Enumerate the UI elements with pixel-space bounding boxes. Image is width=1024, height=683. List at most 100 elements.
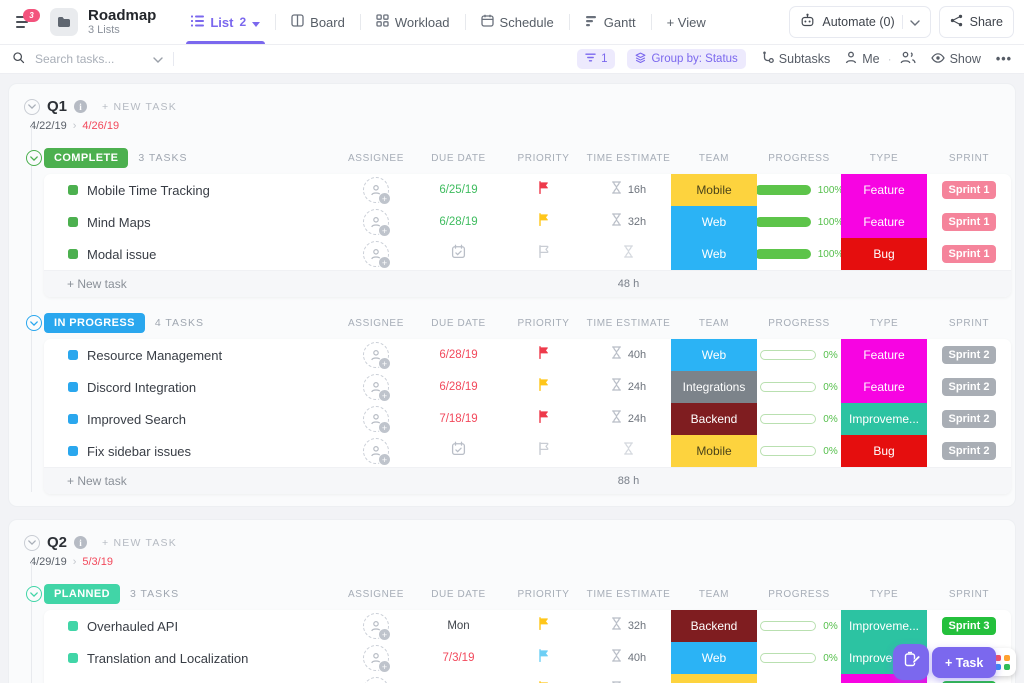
column-header-assignee[interactable]: ASSIGNEE bbox=[336, 318, 416, 329]
chevron-down-icon[interactable] bbox=[910, 15, 920, 29]
more-options-button[interactable]: ••• bbox=[996, 52, 1012, 66]
type-cell[interactable]: Improveme... bbox=[841, 610, 927, 642]
status-badge[interactable]: COMPLETE bbox=[44, 148, 128, 168]
hourglass-icon[interactable] bbox=[611, 213, 622, 231]
assignee-add-button[interactable]: + bbox=[363, 374, 389, 400]
task-name[interactable]: Modal issue bbox=[87, 247, 156, 262]
group-collapse-chevron[interactable] bbox=[26, 586, 42, 602]
share-button[interactable]: Share bbox=[939, 6, 1014, 38]
info-icon[interactable]: i bbox=[74, 100, 87, 113]
due-date[interactable]: 7/3/19 bbox=[443, 652, 475, 664]
end-date[interactable]: 5/3/19 bbox=[82, 556, 113, 568]
team-cell[interactable]: Web bbox=[671, 642, 757, 674]
calendar-icon[interactable] bbox=[451, 244, 466, 264]
column-header-assignee[interactable]: ASSIGNEE bbox=[336, 589, 416, 600]
type-cell[interactable]: Feature bbox=[841, 339, 927, 371]
status-badge[interactable]: IN PROGRESS bbox=[44, 313, 145, 333]
column-header-sprint[interactable]: SPRINT bbox=[927, 318, 1011, 329]
add-view-button[interactable]: + View bbox=[652, 15, 721, 30]
search-input[interactable] bbox=[33, 51, 145, 67]
hourglass-icon[interactable] bbox=[611, 346, 622, 364]
tab-workload[interactable]: Workload bbox=[361, 0, 465, 44]
column-header-type[interactable]: TYPE bbox=[841, 153, 927, 164]
due-date[interactable]: 7/18/19 bbox=[439, 413, 477, 425]
priority-flag-icon[interactable] bbox=[538, 378, 550, 396]
column-header-time-estimate[interactable]: TIME ESTIMATE bbox=[586, 153, 671, 164]
team-cell[interactable]: Mobile bbox=[671, 435, 757, 467]
group-collapse-chevron[interactable] bbox=[26, 150, 42, 166]
column-header-progress[interactable]: PROGRESS bbox=[757, 318, 841, 329]
column-header-team[interactable]: TEAM bbox=[671, 589, 757, 600]
calendar-icon[interactable] bbox=[451, 441, 466, 461]
section-new-task-button[interactable]: + NEW TASK bbox=[102, 537, 177, 549]
hourglass-icon[interactable] bbox=[623, 245, 634, 263]
column-header-type[interactable]: TYPE bbox=[841, 318, 927, 329]
task-status-square[interactable] bbox=[68, 249, 78, 259]
tab-list[interactable]: List2 bbox=[176, 0, 275, 44]
quick-edit-button[interactable] bbox=[893, 644, 929, 680]
column-header-sprint[interactable]: SPRINT bbox=[927, 589, 1011, 600]
priority-flag-icon[interactable] bbox=[538, 213, 550, 231]
hourglass-icon[interactable] bbox=[611, 617, 622, 635]
assignee-add-button[interactable]: + bbox=[363, 342, 389, 368]
sprint-badge[interactable]: Sprint 2 bbox=[942, 410, 997, 428]
assignee-add-button[interactable]: + bbox=[363, 406, 389, 432]
due-date[interactable]: 6/28/19 bbox=[439, 216, 477, 228]
type-cell[interactable]: Bug bbox=[841, 238, 927, 270]
type-cell[interactable]: Bug bbox=[841, 435, 927, 467]
column-header-due-date[interactable]: DUE DATE bbox=[416, 589, 501, 600]
task-name[interactable]: Discord Integration bbox=[87, 380, 196, 395]
hourglass-icon[interactable] bbox=[623, 442, 634, 460]
start-date[interactable]: 4/22/19 bbox=[30, 120, 67, 132]
section-collapse-chevron[interactable] bbox=[24, 535, 40, 551]
task-name[interactable]: Improved Search bbox=[87, 412, 186, 427]
menu-icon[interactable]: 3 bbox=[16, 16, 36, 28]
assignee-add-button[interactable]: + bbox=[363, 209, 389, 235]
section-new-task-button[interactable]: + NEW TASK bbox=[102, 101, 177, 113]
column-header-priority[interactable]: PRIORITY bbox=[501, 153, 586, 164]
column-header-priority[interactable]: PRIORITY bbox=[501, 318, 586, 329]
assignee-add-button[interactable]: + bbox=[363, 645, 389, 671]
start-date[interactable]: 4/29/19 bbox=[30, 556, 67, 568]
sprint-badge[interactable]: Sprint 1 bbox=[942, 245, 997, 263]
task-name[interactable]: Mind Maps bbox=[87, 215, 151, 230]
column-header-type[interactable]: TYPE bbox=[841, 589, 927, 600]
priority-flag-icon[interactable] bbox=[538, 649, 550, 667]
team-cell[interactable]: Integrations bbox=[671, 371, 757, 403]
column-header-due-date[interactable]: DUE DATE bbox=[416, 318, 501, 329]
section-date-range[interactable]: 4/29/19›5/3/19 bbox=[30, 556, 1015, 568]
priority-flag-icon[interactable] bbox=[538, 346, 550, 364]
team-cell[interactable]: Web bbox=[671, 339, 757, 371]
team-cell[interactable]: Backend bbox=[671, 610, 757, 642]
task-status-square[interactable] bbox=[68, 217, 78, 227]
new-task-button[interactable]: + New task bbox=[44, 474, 336, 488]
assignee-add-button[interactable]: + bbox=[363, 241, 389, 267]
end-date[interactable]: 4/26/19 bbox=[82, 120, 119, 132]
task-name[interactable]: Fix sidebar issues bbox=[87, 444, 191, 459]
tab-board[interactable]: Board bbox=[276, 0, 360, 44]
team-cell[interactable]: Mobile bbox=[671, 174, 757, 206]
hourglass-icon[interactable] bbox=[611, 649, 622, 667]
type-cell[interactable]: Feature bbox=[841, 174, 927, 206]
due-date[interactable]: 6/28/19 bbox=[439, 381, 477, 393]
priority-flag-icon[interactable] bbox=[538, 617, 550, 635]
column-header-due-date[interactable]: DUE DATE bbox=[416, 153, 501, 164]
task-name[interactable]: Mobile Time Tracking bbox=[87, 183, 210, 198]
add-task-button[interactable]: + Task bbox=[932, 647, 996, 678]
task-name[interactable]: Translation and Localization bbox=[87, 651, 248, 666]
assignee-add-button[interactable]: + bbox=[363, 613, 389, 639]
due-date[interactable]: 6/28/19 bbox=[439, 349, 477, 361]
tab-gantt[interactable]: Gantt bbox=[570, 0, 651, 44]
subtasks-button[interactable]: Subtasks bbox=[761, 51, 830, 67]
task-status-square[interactable] bbox=[68, 185, 78, 195]
task-status-square[interactable] bbox=[68, 653, 78, 663]
chevron-down-icon[interactable] bbox=[153, 52, 163, 66]
type-cell[interactable]: Feature bbox=[841, 371, 927, 403]
task-name[interactable]: Overhauled API bbox=[87, 619, 178, 634]
team-cell[interactable]: Web bbox=[671, 206, 757, 238]
new-task-button[interactable]: + New task bbox=[44, 277, 336, 291]
filter-button[interactable]: 1 bbox=[577, 49, 615, 69]
column-header-time-estimate[interactable]: TIME ESTIMATE bbox=[586, 589, 671, 600]
hourglass-icon[interactable] bbox=[611, 410, 622, 428]
team-cell[interactable]: Mobile bbox=[671, 674, 757, 683]
